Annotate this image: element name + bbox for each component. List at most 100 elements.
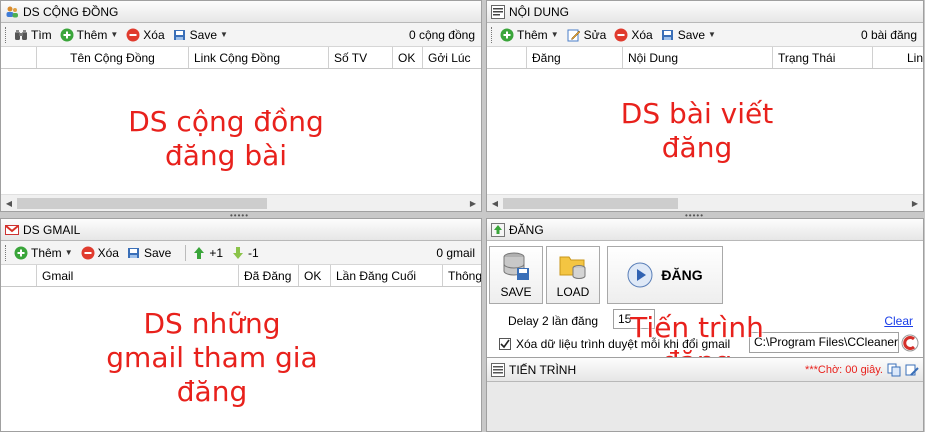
toolbar-separator	[185, 244, 187, 261]
add-community-button[interactable]: Thêm ▼	[60, 28, 118, 42]
content-title: NỘI DUNG	[509, 4, 569, 19]
chevron-down-icon[interactable]: ▼	[65, 248, 73, 257]
save-content-button[interactable]: Save ▼	[661, 28, 716, 42]
add-icon	[500, 28, 514, 42]
ccleaner-path-input[interactable]: C:\Program Files\CCleaner\	[749, 332, 899, 353]
add-content-button[interactable]: Thêm ▼	[500, 28, 559, 42]
save-settings-label: SAVE	[500, 285, 532, 299]
delete-community-button[interactable]: Xóa	[126, 27, 165, 42]
post-title: ĐĂNG	[509, 222, 544, 237]
community-title: DS CỘNG ĐỒNG	[23, 4, 119, 19]
content-title-bar: NỘI DUNG	[487, 1, 923, 23]
toolbar-grip[interactable]	[5, 26, 8, 43]
column-ok[interactable]: OK	[393, 47, 423, 68]
arrow-up-icon	[192, 246, 206, 260]
decrement-button[interactable]: -1	[231, 246, 259, 260]
scroll-right-icon[interactable]: ▶	[907, 199, 923, 208]
row-header-column[interactable]	[487, 47, 527, 68]
chevron-down-icon[interactable]: ▼	[110, 30, 118, 39]
add-icon	[14, 246, 28, 260]
post-start-button[interactable]: ĐĂNG	[607, 246, 723, 304]
find-button[interactable]: Tìm	[14, 28, 52, 42]
chevron-down-icon[interactable]: ▼	[551, 30, 559, 39]
gmail-count: 0 gmail	[436, 245, 475, 260]
delay-label: Delay 2 lần đăng	[508, 314, 599, 328]
toolbar-grip[interactable]	[5, 244, 8, 261]
list-icon	[491, 362, 505, 377]
chevron-down-icon[interactable]: ▼	[220, 30, 228, 39]
load-settings-button[interactable]: LOAD	[546, 246, 600, 304]
post-panel: ĐĂNG SAVE LOAD ĐĂNG Delay 2 lần đăng 15 …	[486, 218, 924, 358]
content-grid-header: Đăng Nội Dung Trạng Thái Lin	[487, 47, 923, 69]
copy-icon[interactable]	[887, 363, 901, 377]
scroll-left-icon[interactable]: ◀	[487, 199, 503, 208]
column-community-name[interactable]: Tên Cộng Đồng	[37, 47, 189, 68]
column-gmail[interactable]: Gmail	[37, 265, 239, 286]
column-ok[interactable]: OK	[299, 265, 331, 286]
checkmark-icon	[500, 339, 510, 349]
content-grid-body[interactable]	[487, 71, 923, 194]
gmail-grid-body[interactable]	[1, 289, 481, 431]
column-community-link[interactable]: Link Cộng Đồng	[189, 47, 329, 68]
increment-label: +1	[209, 245, 224, 260]
text-document-icon	[491, 4, 505, 19]
users-icon	[5, 5, 19, 19]
scroll-left-icon[interactable]: ◀	[1, 199, 17, 208]
community-hscrollbar[interactable]: ◀ ▶	[1, 194, 481, 211]
delete-label: Xóa	[143, 27, 165, 42]
column-posted[interactable]: Đã Đăng	[239, 265, 299, 286]
chevron-down-icon[interactable]: ▼	[708, 30, 716, 39]
clear-link[interactable]: Clear	[884, 314, 913, 328]
column-last-post[interactable]: Lần Đăng Cuối	[331, 265, 443, 286]
scroll-thumb[interactable]	[503, 197, 678, 209]
content-hscrollbar[interactable]: ◀ ▶	[487, 194, 923, 211]
delete-icon	[126, 28, 140, 42]
delete-label: Xóa	[97, 245, 119, 260]
content-panel: NỘI DUNG Thêm ▼ Sửa Xóa Save ▼ 0 bài đăn…	[486, 0, 924, 212]
row-header-column[interactable]	[1, 47, 37, 68]
toolbar-grip[interactable]	[491, 26, 494, 43]
clear-browser-label[interactable]: Xóa dữ liệu trình duyệt mỗi khi đổi gmai…	[516, 337, 736, 351]
ccleaner-icon[interactable]	[901, 334, 919, 352]
play-icon	[627, 262, 653, 288]
column-status[interactable]: Trạng Thái	[773, 47, 873, 68]
arrow-down-icon	[231, 246, 245, 260]
clear-browser-checkbox[interactable]	[499, 338, 511, 350]
row-header-column[interactable]	[1, 265, 37, 286]
gmail-icon	[5, 223, 19, 237]
post-title-bar: ĐĂNG	[487, 219, 923, 241]
progress-title: TIẾN TRÌNH	[509, 362, 577, 377]
column-link[interactable]: Lin	[873, 47, 923, 68]
save-icon	[127, 246, 141, 260]
folder-database-icon	[558, 251, 588, 284]
increment-button[interactable]: +1	[192, 246, 223, 260]
delete-gmail-button[interactable]: Xóa	[81, 246, 119, 260]
community-title-bar: DS CỘNG ĐỒNG	[1, 1, 481, 23]
delay-input[interactable]: 15	[613, 309, 655, 329]
save-gmail-button[interactable]: Save	[127, 246, 171, 260]
column-post[interactable]: Đăng	[527, 47, 623, 68]
community-grid-body[interactable]	[1, 71, 481, 194]
scroll-right-icon[interactable]: ▶	[465, 199, 481, 208]
save-label: Save	[143, 245, 172, 260]
save-icon	[661, 28, 675, 42]
delete-content-button[interactable]: Xóa	[614, 28, 653, 42]
edit-content-button[interactable]: Sửa	[567, 28, 606, 42]
scroll-thumb[interactable]	[17, 197, 267, 209]
binoculars-icon	[14, 28, 28, 42]
save-community-button[interactable]: Save ▼	[173, 28, 228, 42]
database-save-icon	[501, 251, 531, 284]
add-label: Thêm	[31, 245, 62, 260]
column-sent-at[interactable]: Gởi Lúc	[423, 47, 481, 68]
add-gmail-button[interactable]: Thêm ▼	[14, 246, 73, 260]
column-member-count[interactable]: Số TV	[329, 47, 393, 68]
post-start-label: ĐĂNG	[661, 267, 703, 283]
progress-log[interactable]	[487, 382, 923, 431]
gmail-grid-header: Gmail Đã Đăng OK Lần Đăng Cuối Thông	[1, 265, 481, 287]
clear-log-icon[interactable]	[905, 363, 919, 377]
save-settings-button[interactable]: SAVE	[489, 246, 543, 304]
column-content[interactable]: Nội Dung	[623, 47, 773, 68]
column-info[interactable]: Thông	[443, 265, 481, 286]
gmail-title: DS GMAIL	[23, 222, 81, 237]
find-label: Tìm	[31, 27, 52, 42]
